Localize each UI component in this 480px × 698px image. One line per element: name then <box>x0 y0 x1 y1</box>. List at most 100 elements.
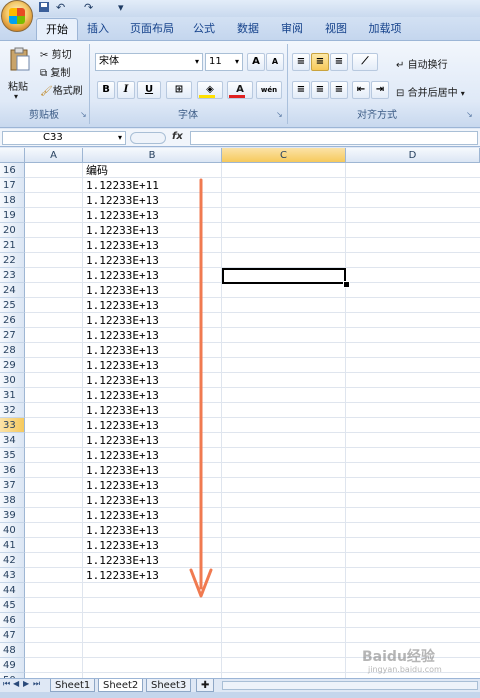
row-header[interactable]: 42 <box>0 553 25 568</box>
shrink-font-button[interactable]: A <box>266 53 284 71</box>
horizontal-scrollbar[interactable] <box>222 681 478 690</box>
clipboard-launcher-icon[interactable]: ↘ <box>80 110 87 119</box>
cell-b[interactable]: 1.12233E+13 <box>86 208 159 223</box>
select-all-corner[interactable] <box>0 148 25 163</box>
tab-page-layout[interactable]: 页面布局 <box>124 18 180 40</box>
cell-b[interactable]: 1.12233E+11 <box>86 178 159 193</box>
column-header-c[interactable]: C <box>222 148 346 163</box>
row-header[interactable]: 26 <box>0 313 25 328</box>
align-middle-button[interactable]: ≡ <box>311 53 329 71</box>
tab-addins[interactable]: 加载项 <box>362 18 408 40</box>
insert-sheet-icon[interactable]: ✚ <box>196 679 214 692</box>
paste-button[interactable]: 粘贴 <box>8 78 28 93</box>
row-header[interactable]: 35 <box>0 448 25 463</box>
sheet-tab-sheet1[interactable]: Sheet1 <box>50 679 96 692</box>
align-top-button[interactable]: ≡ <box>292 53 310 71</box>
cell-b[interactable]: 1.12233E+13 <box>86 358 159 373</box>
tab-data[interactable]: 数据 <box>230 18 266 40</box>
cell-b[interactable]: 1.12233E+13 <box>86 553 159 568</box>
cell-b[interactable]: 1.12233E+13 <box>86 433 159 448</box>
column-header-d[interactable]: D <box>346 148 480 163</box>
increase-indent-button[interactable]: ⇥ <box>371 81 389 99</box>
tab-view[interactable]: 视图 <box>318 18 354 40</box>
cell-b[interactable]: 1.12233E+13 <box>86 538 159 553</box>
tab-insert[interactable]: 插入 <box>80 18 116 40</box>
sheet-tab-sheet2[interactable]: Sheet2 <box>98 679 144 692</box>
row-header[interactable]: 16 <box>0 163 25 178</box>
cell-b[interactable]: 1.12233E+13 <box>86 283 159 298</box>
row-header[interactable]: 27 <box>0 328 25 343</box>
cell-b[interactable]: 1.12233E+13 <box>86 313 159 328</box>
row-header[interactable]: 38 <box>0 493 25 508</box>
align-left-button[interactable]: ≡ <box>292 81 310 99</box>
cell-b[interactable]: 1.12233E+13 <box>86 418 159 433</box>
cell-b[interactable]: 1.12233E+13 <box>86 448 159 463</box>
row-header[interactable]: 24 <box>0 283 25 298</box>
cell-b[interactable]: 1.12233E+13 <box>86 343 159 358</box>
alignment-launcher-icon[interactable]: ↘ <box>466 110 473 119</box>
cell-b[interactable]: 1.12233E+13 <box>86 193 159 208</box>
border-button[interactable]: ⊞ <box>166 81 192 99</box>
formula-bar-divider-handle[interactable] <box>130 132 166 144</box>
align-center-button[interactable]: ≡ <box>311 81 329 99</box>
align-bottom-button[interactable]: ≡ <box>330 53 348 71</box>
row-header[interactable]: 29 <box>0 358 25 373</box>
row-header[interactable]: 19 <box>0 208 25 223</box>
tab-formulas[interactable]: 公式 <box>186 18 222 40</box>
row-header[interactable]: 25 <box>0 298 25 313</box>
cell-b[interactable]: 编码 <box>86 163 108 178</box>
cell-b[interactable]: 1.12233E+13 <box>86 463 159 478</box>
tab-review[interactable]: 审阅 <box>274 18 310 40</box>
redo-icon[interactable]: ↷ <box>84 1 93 15</box>
cut-button[interactable]: ✂ 剪切 <box>40 46 72 61</box>
row-header[interactable]: 41 <box>0 538 25 553</box>
formula-input[interactable] <box>190 131 478 145</box>
paste-dropdown-icon[interactable]: ▾ <box>14 92 18 101</box>
office-button[interactable] <box>1 0 33 32</box>
italic-button[interactable]: I <box>117 81 135 99</box>
cell-b[interactable]: 1.12233E+13 <box>86 298 159 313</box>
cell-b[interactable]: 1.12233E+13 <box>86 238 159 253</box>
row-header[interactable]: 46 <box>0 613 25 628</box>
customize-qat-icon[interactable]: ▾ <box>118 1 124 15</box>
row-header[interactable]: 34 <box>0 433 25 448</box>
merge-center-button[interactable]: ⊟ 合并后居中 ▾ <box>396 84 465 99</box>
cell-b[interactable]: 1.12233E+13 <box>86 478 159 493</box>
orientation-button[interactable]: ⟋ <box>352 53 378 71</box>
copy-button[interactable]: ⧉ 复制 <box>40 64 70 79</box>
row-header[interactable]: 44 <box>0 583 25 598</box>
column-header-a[interactable]: A <box>25 148 83 163</box>
undo-icon[interactable]: ↶ <box>56 1 65 15</box>
row-header[interactable]: 40 <box>0 523 25 538</box>
row-header[interactable]: 18 <box>0 193 25 208</box>
phonetic-guide-button[interactable]: wén <box>256 81 282 99</box>
next-sheet-icon[interactable]: ▶ <box>23 679 29 688</box>
sheet-tab-sheet3[interactable]: Sheet3 <box>146 679 192 692</box>
align-right-button[interactable]: ≡ <box>330 81 348 99</box>
row-header[interactable]: 17 <box>0 178 25 193</box>
cell-b[interactable]: 1.12233E+13 <box>86 508 159 523</box>
row-header[interactable]: 30 <box>0 373 25 388</box>
last-sheet-icon[interactable]: ⏭ <box>33 679 40 689</box>
paste-icon[interactable] <box>8 46 32 74</box>
row-header[interactable]: 47 <box>0 628 25 643</box>
prev-sheet-icon[interactable]: ◀ <box>13 679 19 688</box>
cell-b[interactable]: 1.12233E+13 <box>86 388 159 403</box>
tab-home[interactable]: 开始 <box>36 18 78 41</box>
font-name-select[interactable]: 宋体 ▾ <box>95 53 203 71</box>
column-header-b[interactable]: B <box>83 148 222 163</box>
cell-b[interactable]: 1.12233E+13 <box>86 328 159 343</box>
row-header[interactable]: 23 <box>0 268 25 283</box>
cell-b[interactable]: 1.12233E+13 <box>86 253 159 268</box>
cell-b[interactable]: 1.12233E+13 <box>86 568 159 583</box>
row-header[interactable]: 28 <box>0 343 25 358</box>
row-header[interactable]: 45 <box>0 598 25 613</box>
row-header[interactable]: 31 <box>0 388 25 403</box>
underline-button[interactable]: U <box>137 81 161 99</box>
row-header[interactable]: 37 <box>0 478 25 493</box>
cell-b[interactable]: 1.12233E+13 <box>86 523 159 538</box>
cell-b[interactable]: 1.12233E+13 <box>86 493 159 508</box>
grow-font-button[interactable]: A <box>247 53 265 71</box>
name-box[interactable]: C33 ▾ <box>2 131 126 145</box>
cell-b[interactable]: 1.12233E+13 <box>86 373 159 388</box>
